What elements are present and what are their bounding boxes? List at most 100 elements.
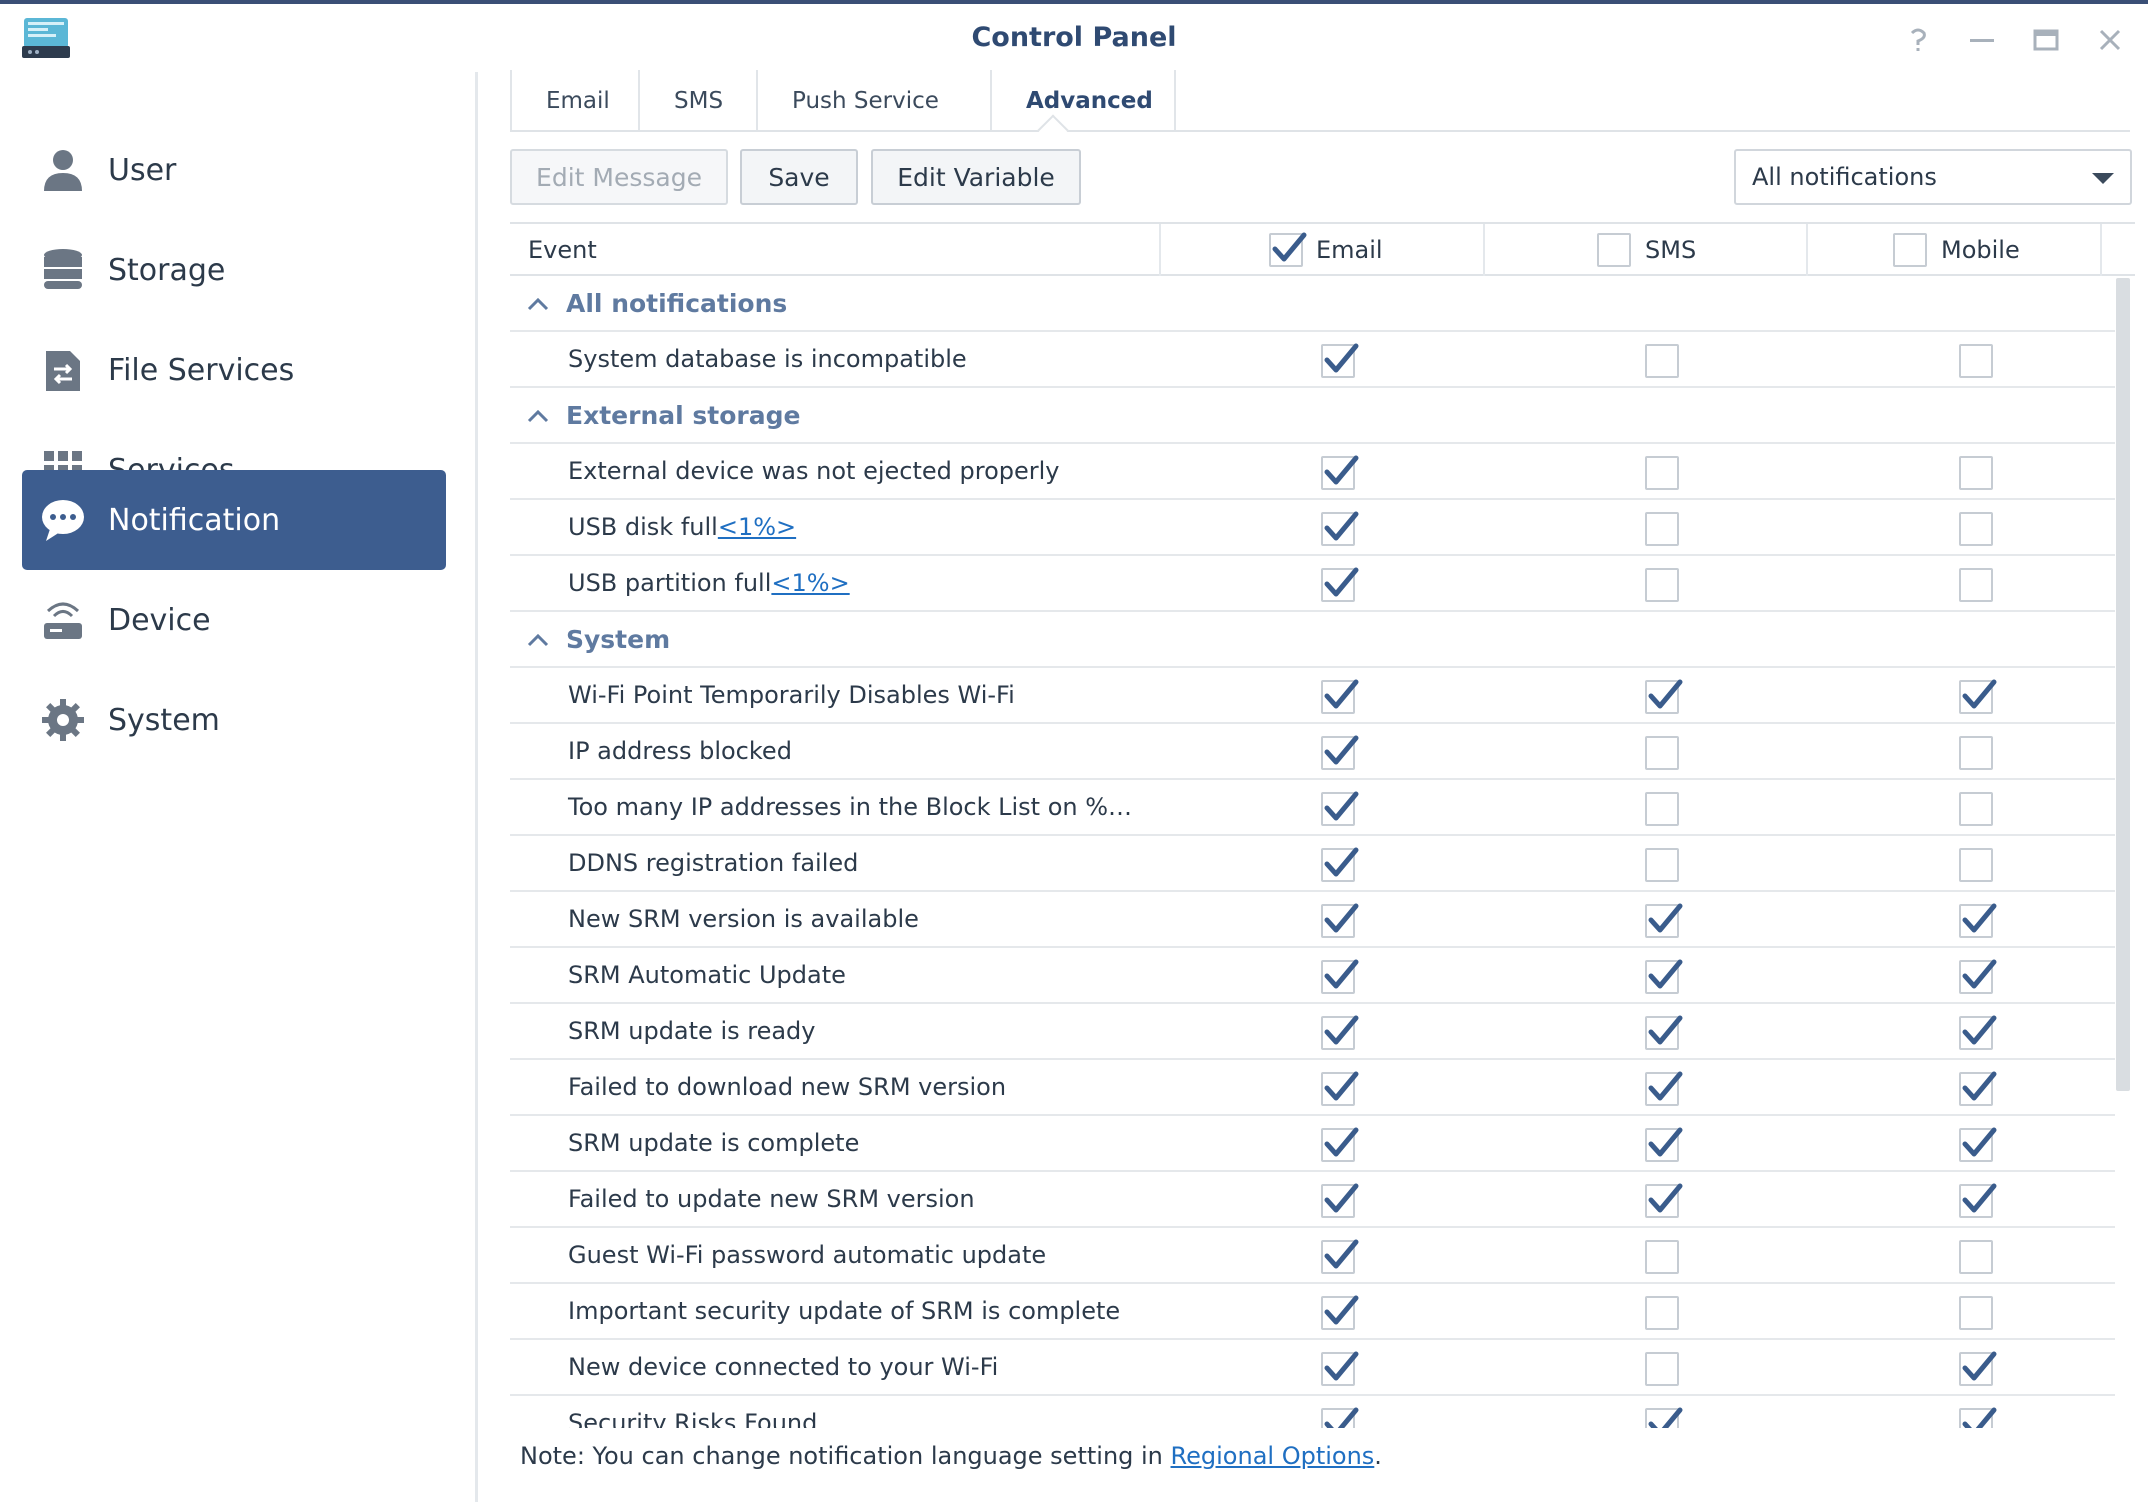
mobile-checkbox[interactable]	[1959, 792, 1993, 826]
sms-checkbox[interactable]	[1645, 848, 1679, 882]
sms-checkbox[interactable]	[1645, 903, 1683, 938]
table-row[interactable]: SRM update is complete	[510, 1116, 2115, 1172]
email-checkbox[interactable]	[1321, 1407, 1359, 1428]
maximize-icon[interactable]	[2030, 24, 2062, 56]
sms-checkbox[interactable]	[1645, 1296, 1679, 1330]
chevron-up-icon[interactable]	[526, 628, 550, 652]
mobile-checkbox[interactable]	[1959, 1240, 1993, 1274]
table-row[interactable]: USB disk full <1%>	[510, 500, 2115, 556]
email-checkbox[interactable]	[1321, 1239, 1359, 1274]
mobile-checkbox[interactable]	[1959, 1127, 1997, 1162]
email-checkbox[interactable]	[1321, 1015, 1359, 1050]
sms-all-checkbox[interactable]	[1597, 233, 1631, 267]
sms-checkbox[interactable]	[1645, 1127, 1683, 1162]
regional-options-link[interactable]: Regional Options	[1171, 1442, 1375, 1470]
save-button[interactable]: Save	[740, 149, 858, 205]
table-row[interactable]: New device connected to your Wi-Fi	[510, 1340, 2115, 1396]
mobile-checkbox[interactable]	[1959, 1407, 1997, 1428]
table-row[interactable]: Important security update of SRM is comp…	[510, 1284, 2115, 1340]
mobile-checkbox[interactable]	[1959, 736, 1993, 770]
table-row[interactable]: SRM Automatic Update	[510, 948, 2115, 1004]
sms-checkbox[interactable]	[1645, 1352, 1679, 1386]
edit-variable-button[interactable]: Edit Variable	[871, 149, 1081, 205]
email-checkbox[interactable]	[1321, 343, 1359, 378]
sidebar-item-device[interactable]: Device	[22, 570, 446, 670]
email-checkbox[interactable]	[1321, 455, 1359, 490]
email-checkbox[interactable]	[1321, 679, 1359, 714]
table-row[interactable]: Failed to download new SRM version	[510, 1060, 2115, 1116]
sidebar-item-storage[interactable]: Storage	[22, 220, 446, 320]
sms-checkbox[interactable]	[1645, 1015, 1683, 1050]
help-icon[interactable]	[1902, 24, 1934, 56]
table-row[interactable]: SRM update is ready	[510, 1004, 2115, 1060]
table-row[interactable]: Wi-Fi Point Temporarily Disables Wi-Fi	[510, 668, 2115, 724]
table-row[interactable]: Failed to update new SRM version	[510, 1172, 2115, 1228]
email-checkbox[interactable]	[1321, 1071, 1359, 1106]
email-checkbox[interactable]	[1321, 511, 1359, 546]
table-row[interactable]: System database is incompatible	[510, 332, 2115, 388]
email-checkbox[interactable]	[1321, 959, 1359, 994]
email-checkbox[interactable]	[1321, 1127, 1359, 1162]
sms-checkbox[interactable]	[1645, 736, 1679, 770]
table-row[interactable]: Security Risks Found	[510, 1396, 2115, 1428]
mobile-checkbox[interactable]	[1959, 1015, 1997, 1050]
mobile-checkbox[interactable]	[1959, 344, 1993, 378]
vertical-scrollbar[interactable]	[2116, 278, 2130, 1091]
mobile-checkbox[interactable]	[1959, 1071, 1997, 1106]
mobile-checkbox[interactable]	[1959, 1351, 1997, 1386]
sms-checkbox[interactable]	[1645, 1183, 1683, 1218]
mobile-checkbox[interactable]	[1959, 903, 1997, 938]
sidebar-item-notification[interactable]: Notification	[22, 470, 446, 570]
tab-push-service[interactable]: Push Service	[756, 70, 990, 132]
sms-checkbox[interactable]	[1645, 456, 1679, 490]
mobile-checkbox[interactable]	[1959, 1183, 1997, 1218]
sms-checkbox[interactable]	[1645, 1071, 1683, 1106]
minimize-icon[interactable]	[1966, 24, 1998, 56]
mobile-checkbox[interactable]	[1959, 512, 1993, 546]
threshold-link[interactable]: <1%>	[771, 569, 849, 597]
email-checkbox[interactable]	[1321, 1183, 1359, 1218]
sms-checkbox[interactable]	[1645, 792, 1679, 826]
mobile-checkbox[interactable]	[1959, 568, 1993, 602]
sms-checkbox[interactable]	[1645, 344, 1679, 378]
sidebar-item-file-services[interactable]: File Services	[22, 320, 446, 420]
email-checkbox[interactable]	[1321, 735, 1359, 770]
table-row[interactable]: IP address blocked	[510, 724, 2115, 780]
sidebar-item-user[interactable]: User	[22, 120, 446, 220]
tab-email[interactable]: Email	[510, 70, 638, 132]
mobile-checkbox[interactable]	[1959, 456, 1993, 490]
email-checkbox[interactable]	[1321, 847, 1359, 882]
tab-sms[interactable]: SMS	[638, 70, 756, 132]
chevron-up-icon[interactable]	[526, 404, 550, 428]
notification-filter-select[interactable]: All notifications	[1734, 149, 2132, 205]
table-row[interactable]: Too many IP addresses in the Block List …	[510, 780, 2115, 836]
chevron-up-icon[interactable]	[526, 292, 550, 316]
close-icon[interactable]	[2094, 24, 2126, 56]
mobile-all-checkbox[interactable]	[1893, 233, 1927, 267]
group-header-row[interactable]: All notifications	[510, 276, 2115, 332]
mobile-checkbox[interactable]	[1959, 959, 1997, 994]
email-all-checkbox[interactable]	[1269, 232, 1307, 267]
mobile-checkbox[interactable]	[1959, 679, 1997, 714]
table-row[interactable]: DDNS registration failed	[510, 836, 2115, 892]
group-header-row[interactable]: System	[510, 612, 2115, 668]
group-header-row[interactable]: External storage	[510, 388, 2115, 444]
tab-advanced[interactable]: Advanced	[990, 70, 1176, 132]
sidebar-item-system[interactable]: System	[22, 670, 446, 770]
sms-checkbox[interactable]	[1645, 512, 1679, 546]
sms-checkbox[interactable]	[1645, 959, 1683, 994]
sms-checkbox[interactable]	[1645, 1407, 1683, 1428]
table-row[interactable]: New SRM version is available	[510, 892, 2115, 948]
table-row[interactable]: Guest Wi-Fi password automatic update	[510, 1228, 2115, 1284]
email-checkbox[interactable]	[1321, 1351, 1359, 1386]
email-checkbox[interactable]	[1321, 567, 1359, 602]
sms-checkbox[interactable]	[1645, 679, 1683, 714]
table-row[interactable]: USB partition full <1%>	[510, 556, 2115, 612]
email-checkbox[interactable]	[1321, 1295, 1359, 1330]
threshold-link[interactable]: <1%>	[718, 513, 796, 541]
mobile-checkbox[interactable]	[1959, 848, 1993, 882]
edit-message-button[interactable]: Edit Message	[510, 149, 728, 205]
sms-checkbox[interactable]	[1645, 1240, 1679, 1274]
table-row[interactable]: External device was not ejected properly	[510, 444, 2115, 500]
email-checkbox[interactable]	[1321, 791, 1359, 826]
